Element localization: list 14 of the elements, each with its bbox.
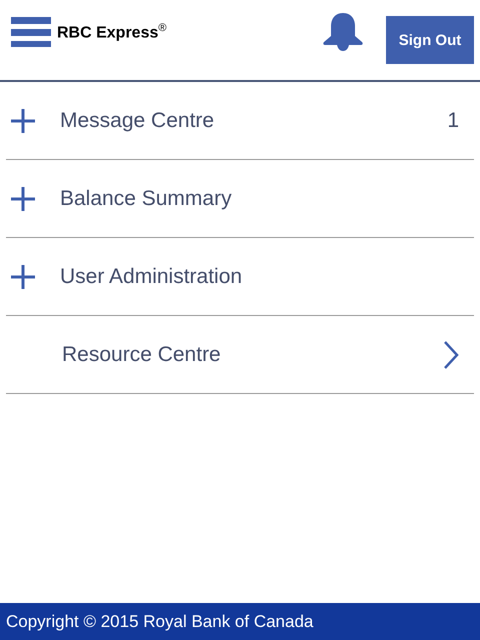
menu-item[interactable]: Balance Summary — [60, 186, 474, 210]
menu-item[interactable]: Message Centre — [60, 108, 448, 132]
menu-item[interactable]: User Administration — [60, 264, 474, 288]
plus-icon[interactable] — [11, 186, 35, 210]
message-count: 1 — [447, 108, 459, 132]
chevron-right-icon[interactable] — [443, 340, 459, 370]
plus-icon[interactable] — [11, 264, 35, 288]
sign-out-button[interactable]: Sign Out — [386, 16, 474, 64]
menu-icon[interactable] — [11, 17, 51, 47]
bell-icon[interactable] — [322, 12, 364, 52]
app-title: RBC Express$^{®}$ — [57, 22, 166, 42]
menu-item[interactable]: Resource Centre — [60, 342, 443, 366]
copyright-text: Copyright © 2015 Royal Bank of Canada — [6, 612, 314, 632]
plus-icon[interactable] — [11, 108, 35, 132]
